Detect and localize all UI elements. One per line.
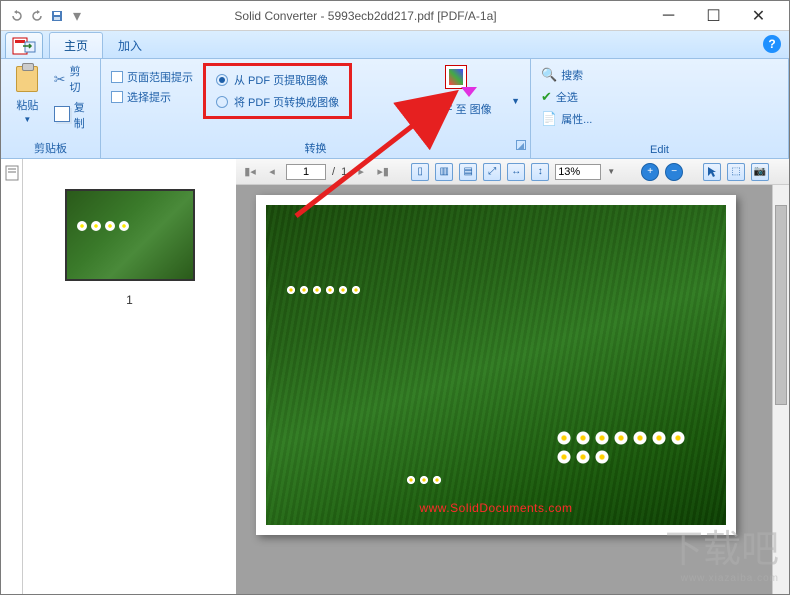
select-all-icon [541, 89, 552, 105]
document-page: www.SolidDocuments.com [256, 195, 736, 535]
thumbnails-tab[interactable] [2, 161, 22, 185]
maximize-button[interactable]: ☐ [691, 1, 736, 30]
scissors-icon [54, 71, 66, 88]
radio-checked-icon [216, 74, 228, 86]
search-button[interactable]: 搜索 [541, 67, 592, 83]
window-title: Solid Converter - 5993ecb2dd217.pdf [PDF… [85, 9, 646, 23]
fit-page-button[interactable]: ⤢ [483, 163, 501, 181]
radio-pages-to-images[interactable]: 将 PDF 页转换成图像 [216, 94, 339, 110]
fit-height-button[interactable]: ↕ [531, 163, 549, 181]
first-page-button[interactable]: ▮◂ [242, 164, 258, 180]
marquee-tool-button[interactable]: ⬚ [727, 163, 745, 181]
thumbnail-panel: 1 [23, 159, 236, 594]
zoom-out-button[interactable]: − [665, 163, 683, 181]
view-single-button[interactable]: ▯ [411, 163, 429, 181]
search-label: 搜索 [561, 67, 583, 83]
view-continuous-button[interactable]: ▥ [435, 163, 453, 181]
copy-label: 复制 [74, 99, 90, 131]
app-menu-button[interactable] [5, 32, 43, 58]
properties-button[interactable]: 属性... [541, 111, 592, 127]
properties-label: 属性... [561, 111, 592, 127]
group-label-clipboard: 剪贴板 [11, 138, 90, 158]
select-all-label: 全选 [556, 89, 578, 105]
clipboard-icon [16, 66, 38, 92]
title-bar: ▾ Solid Converter - 5993ecb2dd217.pdf [P… [1, 1, 789, 31]
ribbon: 粘贴 ▼ 剪切 复制 剪贴板 页面范围提示 选择提示 从 PDF 页提取图像 将… [1, 59, 789, 159]
page-range-hint-checkbox[interactable]: 页面范围提示 [111, 69, 193, 85]
last-page-button[interactable]: ▸▮ [375, 164, 391, 180]
page-thumbnail[interactable] [65, 189, 195, 281]
next-page-button[interactable]: ▸ [353, 164, 369, 180]
select-hint-label: 选择提示 [127, 89, 171, 105]
convert-options-highlight: 从 PDF 页提取图像 将 PDF 页转换成图像 [203, 63, 352, 119]
viewer-toolbar: ▮◂ ◂ / 1 ▸ ▸▮ ▯ ▥ ▤ ⤢ ↔ ↕ ▼ + − ⬚ 📷 [236, 159, 789, 185]
group-label-edit: Edit [541, 142, 778, 158]
paste-label: 粘贴 [16, 97, 38, 113]
fit-width-button[interactable]: ↔ [507, 163, 525, 181]
group-edit: 搜索 全选 属性... Edit [531, 59, 789, 158]
page-number-input[interactable] [286, 164, 326, 180]
dropdown-icon[interactable]: ▼ [511, 96, 520, 106]
checkbox-icon [111, 71, 123, 83]
page-image: www.SolidDocuments.com [266, 205, 726, 525]
radio-extract-label: 从 PDF 页提取图像 [234, 72, 328, 88]
image-watermark: www.SolidDocuments.com [419, 501, 572, 515]
pdf-to-image-button[interactable]: PDF 至 图像 [421, 63, 501, 117]
window-buttons: ─ ☐ ✕ [646, 1, 781, 30]
scrollbar-thumb[interactable] [775, 205, 787, 405]
help-button[interactable]: ? [763, 35, 781, 53]
tab-add[interactable]: 加入 [103, 32, 157, 58]
copy-button[interactable]: 复制 [54, 99, 90, 131]
save-icon[interactable] [49, 8, 65, 24]
group-clipboard: 粘贴 ▼ 剪切 复制 剪贴板 [1, 59, 101, 158]
pdf-to-image-icon [443, 63, 479, 99]
radio-extract-images[interactable]: 从 PDF 页提取图像 [216, 72, 339, 88]
side-tab-strip [1, 159, 23, 594]
cut-label: 剪切 [70, 63, 90, 95]
dialog-launcher-icon[interactable]: ◢ [516, 140, 526, 150]
group-convert: 页面范围提示 选择提示 从 PDF 页提取图像 将 PDF 页转换成图像 PDF… [101, 59, 531, 158]
group-label-convert: 转换◢ [111, 138, 520, 158]
copy-icon [54, 106, 70, 125]
zoom-select[interactable] [555, 164, 601, 180]
view-facing-button[interactable]: ▤ [459, 163, 477, 181]
paste-button[interactable]: 粘贴 ▼ [11, 63, 44, 124]
page-range-label: 页面范围提示 [127, 69, 193, 85]
select-all-button[interactable]: 全选 [541, 89, 592, 105]
search-icon [541, 67, 557, 83]
page-total: 1 [341, 166, 347, 178]
zoom-in-button[interactable]: + [641, 163, 659, 181]
redo-icon[interactable] [29, 8, 45, 24]
radio-unchecked-icon [216, 96, 228, 108]
minimize-button[interactable]: ─ [646, 1, 691, 30]
properties-icon [541, 111, 557, 127]
pointer-tool-button[interactable] [703, 163, 721, 181]
dropdown-icon: ▼ [23, 115, 31, 124]
cut-button[interactable]: 剪切 [54, 63, 90, 95]
ribbon-tab-bar: 主页 加入 ? [1, 31, 789, 59]
snapshot-tool-button[interactable]: 📷 [751, 163, 769, 181]
close-button[interactable]: ✕ [736, 1, 781, 30]
quick-access-toolbar: ▾ [9, 8, 85, 24]
site-watermark: 下载吧 www.xiazaiba.com [665, 518, 779, 584]
pdf-to-image-label: PDF 至 图像 [431, 101, 492, 117]
thumbnail-page-number: 1 [126, 293, 133, 307]
select-hint-checkbox[interactable]: 选择提示 [111, 89, 193, 105]
prev-page-button[interactable]: ◂ [264, 164, 280, 180]
checkbox-icon [111, 91, 123, 103]
tab-home[interactable]: 主页 [49, 32, 103, 58]
qat-dropdown-icon[interactable]: ▾ [69, 8, 85, 24]
page-separator: / [332, 166, 335, 178]
radio-convert-label: 将 PDF 页转换成图像 [234, 94, 339, 110]
undo-icon[interactable] [9, 8, 25, 24]
